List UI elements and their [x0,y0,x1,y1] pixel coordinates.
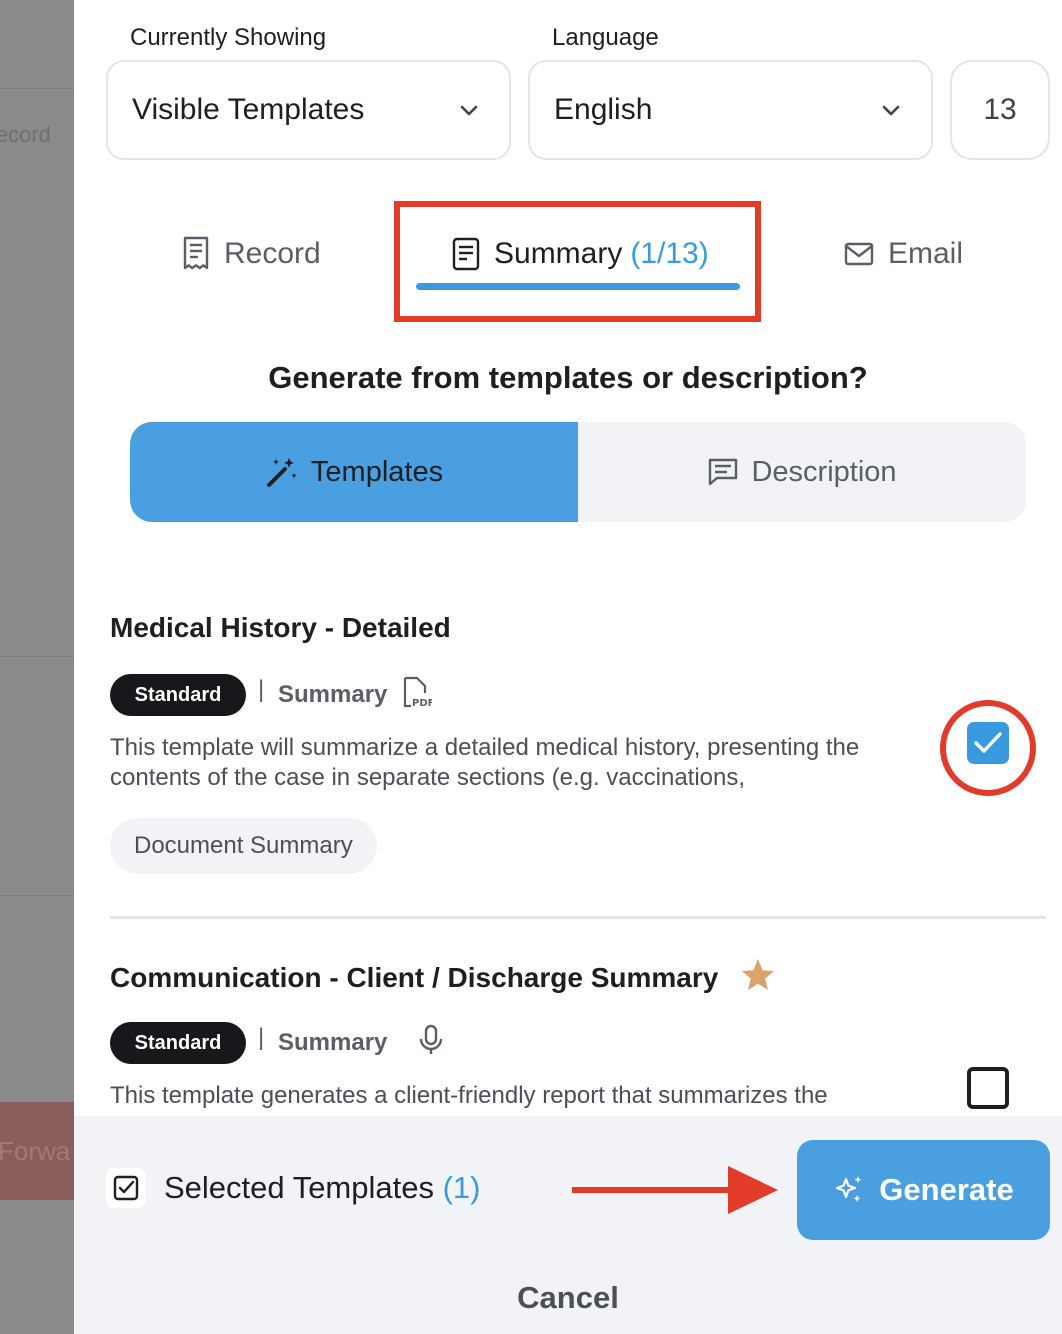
description-mode-label: Description [751,455,897,488]
language-label: Language [552,24,659,51]
cancel-button[interactable]: Cancel [74,1280,1062,1316]
chevron-down-icon [460,105,478,116]
star-icon[interactable] [740,958,776,992]
standard-badge: Standard [110,1022,246,1064]
template-title-label: Communication - Client / Discharge Summa… [110,962,719,993]
chevron-down-icon [882,105,900,116]
currently-showing-label: Currently Showing [130,24,327,51]
template-description-line: contents of the case in separate section… [110,764,746,791]
microphone-icon [419,1024,443,1054]
magic-wand-icon [266,458,297,487]
description-mode-button[interactable]: Description [578,422,1026,522]
currently-showing-select[interactable]: Visible Templates [106,60,511,160]
tab-email[interactable]: Email [844,228,963,280]
tab-email-label: Email [888,237,964,270]
arrow-annotation-icon [572,1166,778,1214]
currently-showing-value: Visible Templates [132,93,365,126]
generate-panel: Currently Showing Visible Templates Lang… [74,0,1062,1334]
background-overlay: Record Forwa [0,0,74,1334]
selected-templates-text: Selected Templates [164,1170,434,1205]
language-value: English [554,93,653,126]
template-type: Summary PDF [278,676,435,709]
badge-separator: | [258,1024,265,1051]
template-type-label: Summary [278,1029,388,1056]
category-chip: Document Summary [110,818,377,874]
templates-mode-button[interactable]: Templates [130,422,578,522]
checkbox-annotation [940,700,1036,796]
background-text: Record [0,122,51,147]
mail-icon [844,242,874,266]
badge-separator: | [258,676,265,703]
sparkles-icon [836,1176,862,1202]
template-description: This template generates a client-friendl… [110,1081,930,1111]
template-checkbox[interactable] [967,1067,1009,1109]
template-type: Summary [278,1024,444,1057]
template-description-line: This template will summarize a detailed … [110,734,860,761]
background-divider [0,88,74,89]
background-button-text: Forwa [0,1136,71,1166]
template-count-box[interactable]: 13 [950,60,1050,160]
generate-mode-question: Generate from templates or description? [268,360,868,395]
template-description-line: This template generates a client-friendl… [110,1082,828,1109]
template-description: This template will summarize a detailed … [110,733,930,793]
generate-mode-toggle: Templates Description [130,422,1026,522]
selected-templates-label[interactable]: Selected Templates (1) [164,1170,481,1206]
pdf-icon: PDF [403,676,435,709]
generate-button[interactable]: Generate [797,1140,1050,1240]
receipt-icon [183,236,209,270]
message-icon [709,458,738,486]
template-title[interactable]: Medical History - Detailed [110,612,451,644]
selected-templates-count: (1) [442,1170,481,1205]
background-divider [0,895,74,896]
selected-templates-icon-box [106,1168,146,1208]
templates-mode-label: Templates [310,455,444,488]
panel-footer: Selected Templates (1) Generate Cancel [74,1116,1062,1334]
standard-badge: Standard [110,674,246,716]
summary-tab-annotation [394,201,761,322]
generate-button-label: Generate [879,1172,1014,1207]
checkbox-icon [113,1175,139,1201]
background-divider [0,656,74,657]
svg-text:PDF: PDF [412,698,432,708]
tab-record-label: Record [224,237,321,270]
tab-record[interactable]: Record [182,228,321,280]
template-type-label: Summary [278,681,388,708]
language-select[interactable]: English [528,60,933,160]
template-title[interactable]: Communication - Client / Discharge Summa… [110,958,776,994]
template-divider [110,916,1046,919]
